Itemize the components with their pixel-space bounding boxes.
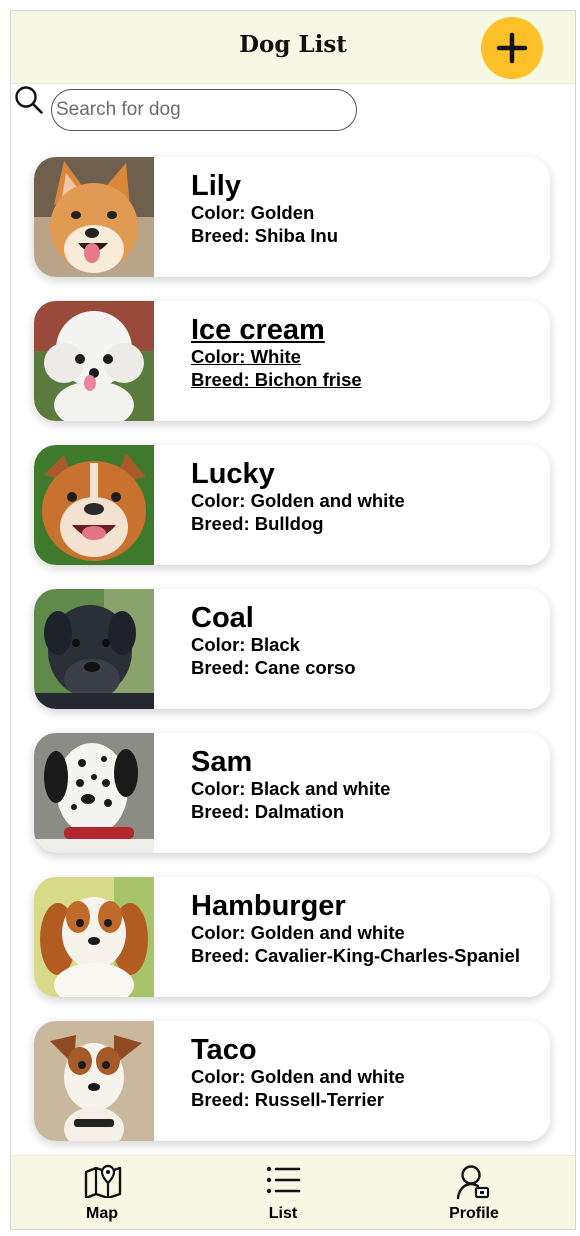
- dog-breed: Breed: Cavalier-King-Charles-Spaniel: [191, 945, 520, 966]
- dog-info: Sam Color: Black and white Breed: Dalmat…: [191, 747, 390, 823]
- tab-map-label: Map: [86, 1205, 118, 1222]
- dog-name: Lily: [191, 170, 241, 202]
- dog-photo: [34, 1021, 154, 1141]
- dog-breed: Breed: Bichon frise: [191, 369, 362, 390]
- dog-card-ice-cream[interactable]: Ice cream Color: White Breed: Bichon fri…: [34, 301, 550, 421]
- dog-info: Ice cream Color: White Breed: Bichon fri…: [191, 315, 362, 391]
- dog-name: Coal: [191, 602, 254, 634]
- dog-card-coal[interactable]: Coal Color: Black Breed: Cane corso: [34, 589, 550, 709]
- dog-color: Color: Golden and white: [191, 1066, 405, 1087]
- dog-card-sam[interactable]: Sam Color: Black and white Breed: Dalmat…: [34, 733, 550, 853]
- dog-breed: Breed: Dalmation: [191, 801, 345, 822]
- bottom-tab-bar: Map List Profile: [11, 1155, 575, 1229]
- search-icon[interactable]: [14, 85, 44, 115]
- list-icon: [266, 1166, 301, 1194]
- dog-info: Lily Color: Golden Breed: Shiba Inu: [191, 171, 338, 247]
- dog-card-taco[interactable]: Taco Color: Golden and white Breed: Russ…: [34, 1021, 550, 1141]
- tab-list[interactable]: List: [223, 1156, 343, 1229]
- dog-breed: Breed: Shiba Inu: [191, 225, 338, 246]
- dog-name: Lucky: [191, 458, 275, 490]
- dog-card-lily[interactable]: Lily Color: Golden Breed: Shiba Inu: [34, 157, 550, 277]
- plus-icon: [496, 32, 528, 64]
- dog-color: Color: Golden and white: [191, 490, 405, 511]
- dog-color: Color: Black: [191, 634, 300, 655]
- dog-photo: [34, 877, 154, 997]
- dog-breed: Breed: Bulldog: [191, 513, 324, 534]
- dog-name: Sam: [191, 746, 253, 778]
- dog-color: Color: Golden and white: [191, 922, 405, 943]
- dog-photo: [34, 445, 154, 565]
- dog-breed: Breed: Cane corso: [191, 657, 356, 678]
- dog-photo: [34, 733, 154, 853]
- tab-profile-label: Profile: [449, 1205, 499, 1222]
- tab-map[interactable]: Map: [42, 1156, 162, 1229]
- search-input[interactable]: [51, 89, 357, 131]
- add-dog-button[interactable]: [481, 17, 543, 79]
- dog-color: Color: Black and white: [191, 778, 391, 799]
- tab-list-label: List: [268, 1205, 298, 1222]
- tab-profile[interactable]: Profile: [414, 1156, 534, 1229]
- dog-info: Taco Color: Golden and white Breed: Russ…: [191, 1035, 405, 1111]
- header-bar: Dog List: [11, 11, 575, 84]
- app-frame: Dog List Search for dog Lily Color: Gold…: [10, 10, 576, 1230]
- dog-info: Coal Color: Black Breed: Cane corso: [191, 603, 356, 679]
- dog-name: Taco: [191, 1034, 257, 1066]
- dog-photo: [34, 157, 154, 277]
- dog-color: Color: Golden: [191, 202, 315, 223]
- dog-breed: Breed: Russell-Terrier: [191, 1089, 384, 1110]
- map-icon: [84, 1164, 122, 1198]
- dog-photo: [34, 301, 154, 421]
- dog-info: Hamburger Color: Golden and white Breed:…: [191, 891, 520, 967]
- dog-card-hamburger[interactable]: Hamburger Color: Golden and white Breed:…: [34, 877, 550, 997]
- dog-card-lucky[interactable]: Lucky Color: Golden and white Breed: Bul…: [34, 445, 550, 565]
- dog-name: Ice cream: [191, 314, 325, 346]
- dog-name: Hamburger: [191, 890, 346, 922]
- profile-icon: [456, 1165, 490, 1200]
- dog-color: Color: White: [191, 346, 301, 367]
- dog-photo: [34, 589, 154, 709]
- dog-info: Lucky Color: Golden and white Breed: Bul…: [191, 459, 405, 535]
